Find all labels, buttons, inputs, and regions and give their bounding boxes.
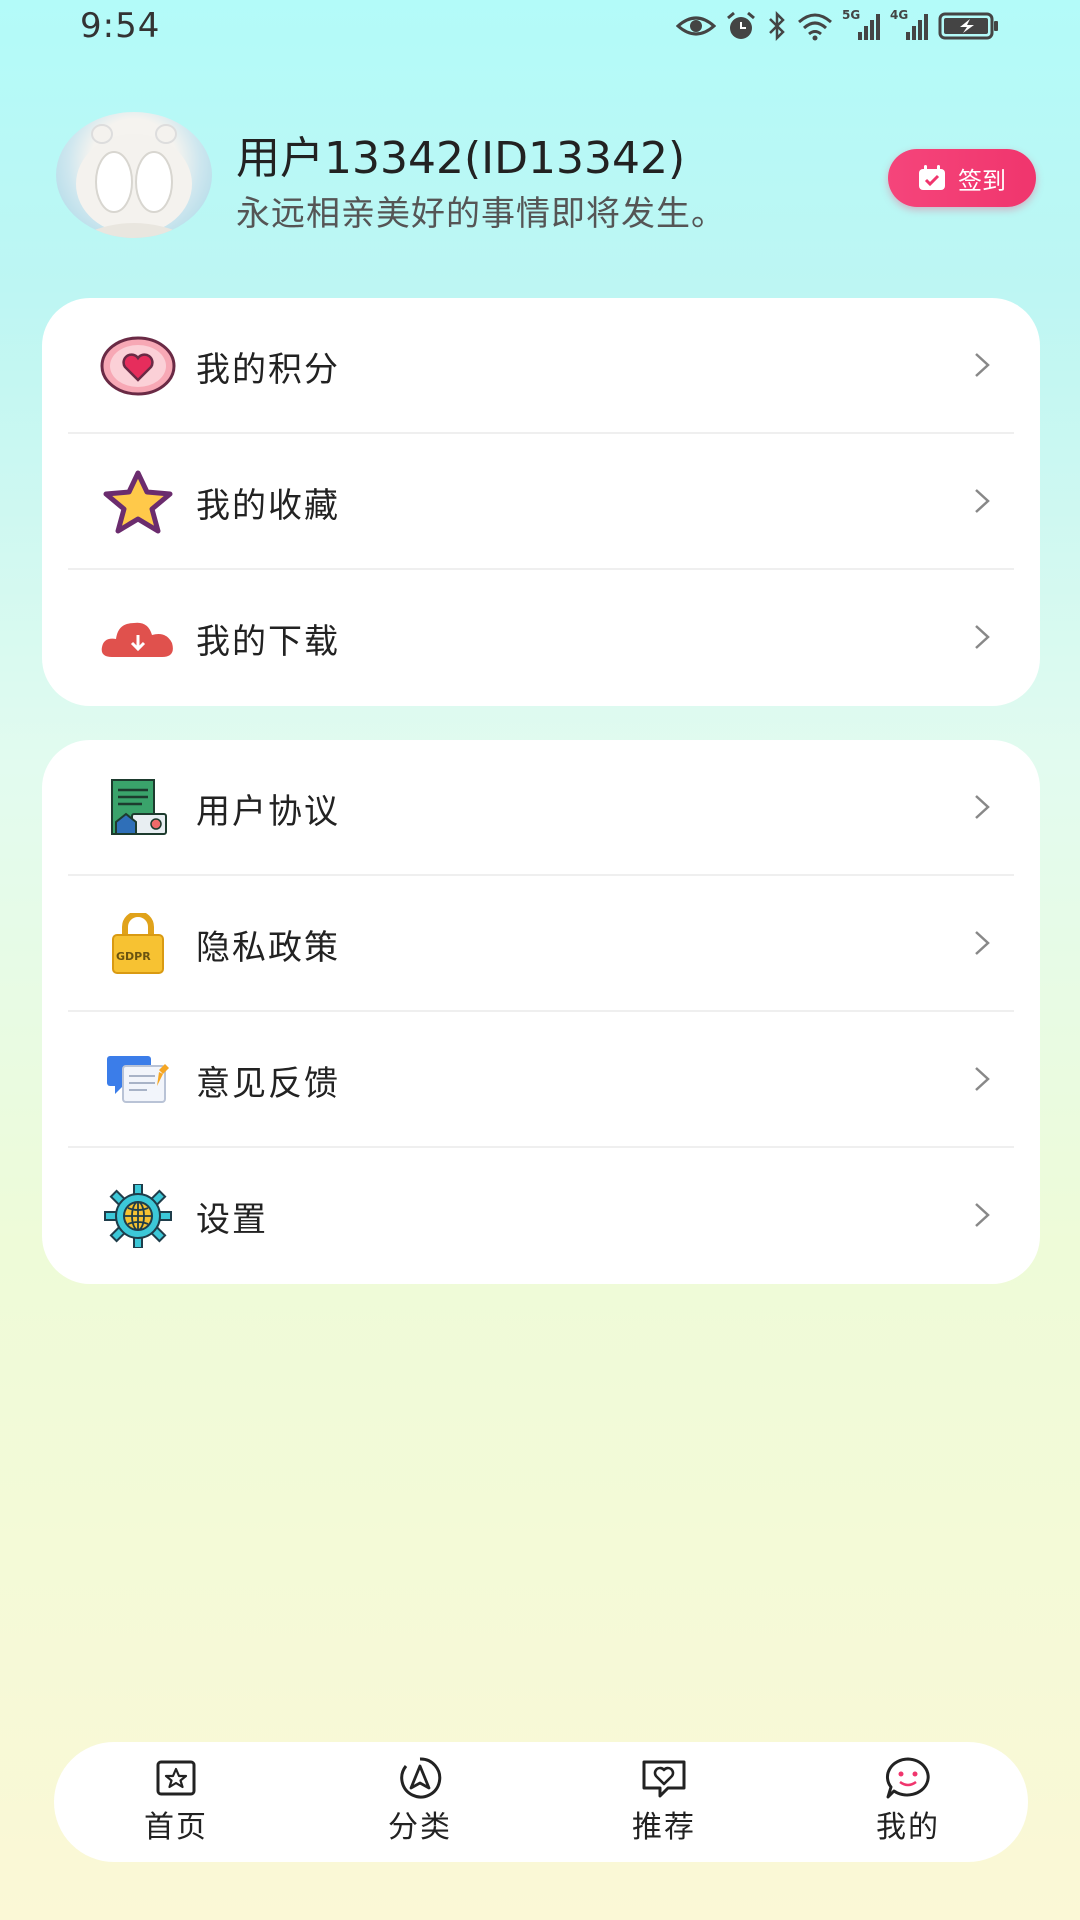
- menu-item-label: 隐私政策: [196, 928, 340, 968]
- menu-item-label: 我的积分: [196, 350, 340, 390]
- gdpr-lock-icon: GDPR: [100, 912, 176, 976]
- heart-badge-icon: [100, 334, 176, 398]
- calendar-check-icon: [919, 165, 945, 190]
- smile-icon: [885, 1757, 930, 1799]
- tab-mine[interactable]: 我的: [828, 1756, 988, 1856]
- gear-globe-icon: [100, 1184, 176, 1248]
- chevron-right-icon: [975, 1067, 990, 1091]
- signin-button[interactable]: 签到: [888, 149, 1036, 207]
- tab-recommend[interactable]: 推荐: [584, 1756, 744, 1856]
- cloud-download-icon: [100, 606, 176, 670]
- menu-card-account: 我的积分 我的收藏 我的下载: [42, 298, 1040, 706]
- chevron-right-icon: [975, 931, 990, 955]
- chevron-right-icon: [975, 1203, 990, 1227]
- eye-icon: [676, 16, 716, 36]
- gdpr-label: GDPR: [116, 950, 151, 963]
- menu-item-user-agreement[interactable]: 用户协议: [68, 740, 1014, 876]
- compass-icon: [400, 1757, 442, 1799]
- tab-label: 推荐: [632, 1810, 696, 1845]
- bluetooth-icon: [769, 10, 785, 42]
- feedback-icon: [100, 1048, 176, 1112]
- menu-item-label: 意见反馈: [196, 1064, 340, 1104]
- menu-item-favorites[interactable]: 我的收藏: [68, 434, 1014, 570]
- document-icon: [100, 776, 176, 840]
- tab-home[interactable]: 首页: [96, 1756, 256, 1856]
- menu-item-label: 用户协议: [196, 792, 340, 832]
- tab-label: 首页: [144, 1810, 208, 1845]
- chevron-right-icon: [975, 353, 990, 377]
- chevron-right-icon: [975, 795, 990, 819]
- tab-category[interactable]: 分类: [340, 1756, 500, 1856]
- menu-item-feedback[interactable]: 意见反馈: [68, 1012, 1014, 1148]
- menu-item-points[interactable]: 我的积分: [68, 298, 1014, 434]
- chat-heart-icon: [642, 1760, 686, 1798]
- menu-item-label: 设置: [196, 1200, 268, 1240]
- menu-card-general: 用户协议 GDPR 隐私政策 意见反馈 设置: [42, 740, 1040, 1284]
- menu-item-label: 我的下载: [196, 622, 340, 662]
- status-icons: 5G 4G: [676, 8, 1000, 42]
- battery-icon: [938, 12, 998, 40]
- star-icon: [100, 470, 176, 534]
- profile-header: 用户13342(ID13342) 永远相亲美好的事情即将发生。 签到: [56, 112, 1036, 242]
- chevron-right-icon: [975, 489, 990, 513]
- status-bar: 9:54 5G 4G: [0, 0, 1080, 60]
- wifi-icon: [798, 13, 832, 41]
- tab-label: 我的: [876, 1810, 940, 1845]
- chevron-right-icon: [975, 625, 990, 649]
- signal-4g-icon: 4G: [890, 8, 930, 42]
- signin-label: 签到: [958, 166, 1006, 195]
- tab-label: 分类: [388, 1810, 452, 1845]
- menu-item-settings[interactable]: 设置: [68, 1148, 1014, 1284]
- avatar[interactable]: [56, 112, 212, 238]
- menu-item-label: 我的收藏: [196, 486, 340, 526]
- signal-5g-icon: 5G: [842, 8, 882, 42]
- menu-item-downloads[interactable]: 我的下载: [68, 570, 1014, 706]
- home-star-icon: [156, 1760, 196, 1796]
- alarm-icon: [727, 11, 755, 39]
- bottom-tab-bar: 首页 分类 推荐 我的: [54, 1742, 1028, 1862]
- status-time: 9:54: [80, 6, 161, 46]
- menu-item-privacy-policy[interactable]: GDPR 隐私政策: [68, 876, 1014, 1012]
- user-motto: 永远相亲美好的事情即将发生。: [236, 194, 726, 234]
- username: 用户13342(ID13342): [236, 133, 686, 184]
